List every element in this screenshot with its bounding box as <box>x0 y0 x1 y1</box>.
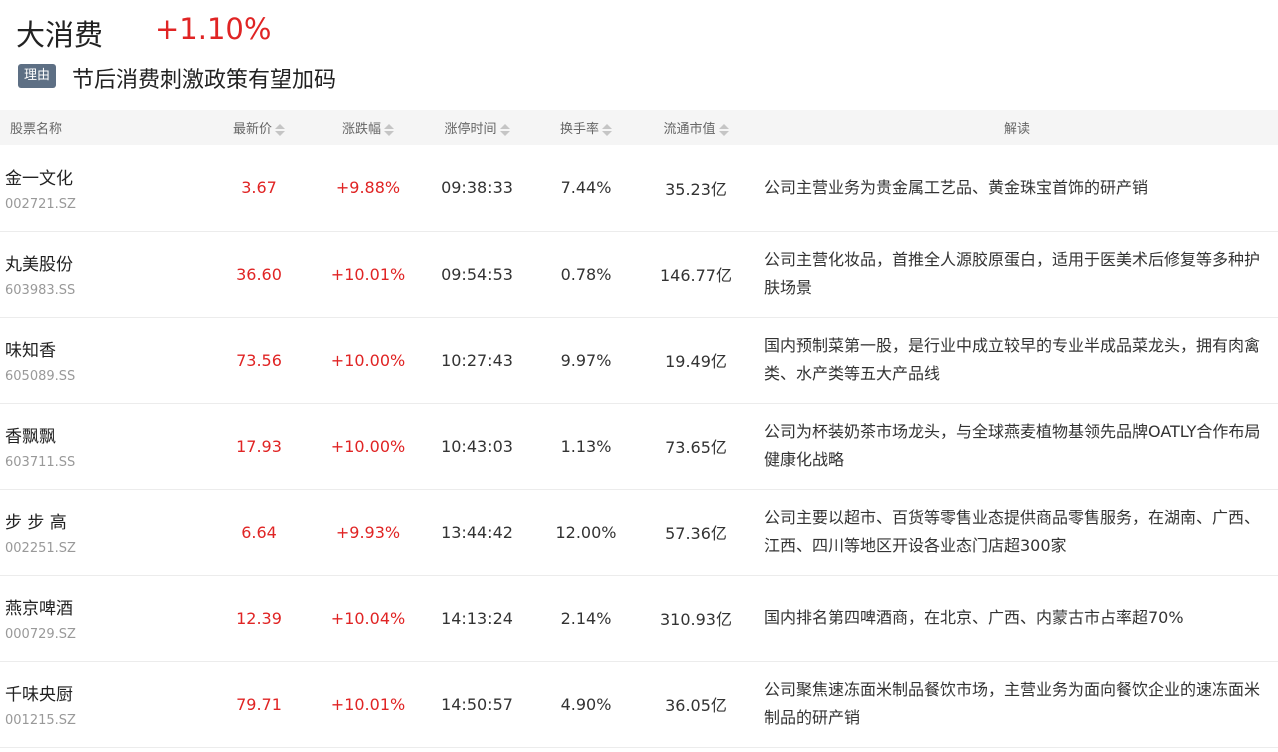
col-header-name: 股票名称 <box>10 122 63 137</box>
stock-cell[interactable]: 味知香 605089.SS <box>0 317 200 403</box>
price-cell: 36.60 <box>236 264 282 284</box>
limit-time-cell: 13:44:42 <box>441 522 513 542</box>
change-cell: +9.93% <box>335 522 401 542</box>
change-cell: +9.88% <box>335 178 401 198</box>
table-row[interactable]: 燕京啤酒 000729.SZ 12.39 +10.04% 14:13:24 2.1… <box>0 575 1278 661</box>
desc-cell: 公司聚焦速冻面米制品餐饮市场，主营业务为面向餐饮企业的速冻面米制品的研产销 <box>764 680 1261 727</box>
limit-time-cell: 10:27:43 <box>441 350 513 370</box>
reason-text: 节后消费刺激政策有望加码 <box>72 68 337 93</box>
price-cell: 12.39 <box>236 608 282 628</box>
stock-table: 股票名称 最新价 涨跌幅 涨停时间 换手率 流通市值 解读 金一文化 002721… <box>0 110 1278 748</box>
stock-code: 002251.SZ <box>5 541 76 556</box>
market-cap-cell: 310.93亿 <box>660 610 732 629</box>
stock-code: 603711.SS <box>5 455 76 470</box>
desc-cell: 国内排名第四啤酒商，在北京、广西、内蒙古市占率超70% <box>764 608 1184 627</box>
stock-code: 001215.SZ <box>5 713 76 728</box>
price-cell: 17.93 <box>236 436 282 456</box>
sort-icon[interactable] <box>275 123 285 136</box>
limit-time-cell: 14:50:57 <box>441 694 513 714</box>
reason-tag: 理由 <box>18 64 57 88</box>
stock-cell[interactable]: 燕京啤酒 000729.SZ <box>0 575 200 661</box>
table-row[interactable]: 香飘飘 603711.SS 17.93 +10.00% 10:43:03 1.13… <box>0 403 1278 489</box>
stock-code: 603983.SS <box>5 283 76 298</box>
turnover-cell: 2.14% <box>560 608 612 628</box>
turnover-cell: 1.13% <box>560 436 612 456</box>
stock-name[interactable]: 香飘飘 <box>5 422 200 447</box>
desc-cell: 公司主营业务为贵金属工艺品、黄金珠宝首饰的研产销 <box>764 177 1149 197</box>
sort-icon[interactable] <box>602 123 612 136</box>
stock-name[interactable]: 千味央厨 <box>5 680 200 705</box>
table-row[interactable]: 千味央厨 001215.SZ 79.71 +10.01% 14:50:57 4.9… <box>0 661 1278 747</box>
sector-change: +1.10% <box>155 12 272 46</box>
stock-code: 000729.SZ <box>5 627 76 642</box>
market-cap-cell: 36.05亿 <box>665 696 727 715</box>
change-cell: +10.01% <box>330 694 406 714</box>
market-cap-cell: 146.77亿 <box>660 266 732 285</box>
turnover-cell: 7.44% <box>560 178 612 198</box>
limit-time-cell: 14:13:24 <box>441 608 513 628</box>
desc-cell: 国内预制菜第一股，是行业中成立较早的专业半成品菜龙头，拥有肉禽类、水产类等五大产… <box>764 336 1261 383</box>
col-header-label: 流通市值 <box>663 122 716 137</box>
sort-icon[interactable] <box>718 123 729 136</box>
stock-name[interactable]: 丸美股份 <box>5 250 200 275</box>
price-cell: 79.71 <box>236 694 282 714</box>
table-row[interactable]: 丸美股份 603983.SS 36.60 +10.01% 09:54:53 0.7… <box>0 231 1278 317</box>
market-cap-cell: 57.36亿 <box>665 524 727 543</box>
col-header-label: 涨跌幅 <box>341 122 381 137</box>
sector-header: 大消费 +1.10% 理由 节后消费刺激政策有望加码 <box>0 0 1278 108</box>
col-header-turnover[interactable]: 换手率 <box>536 110 636 145</box>
stock-name[interactable]: 味知香 <box>5 336 200 361</box>
stock-cell[interactable]: 丸美股份 603983.SS <box>0 231 200 317</box>
limit-time-cell: 09:38:33 <box>441 178 513 198</box>
col-header-limit-time[interactable]: 涨停时间 <box>418 110 536 145</box>
desc-cell: 公司为杯装奶茶市场龙头，与全球燕麦植物基领先品牌OATLY合作布局健康化战略 <box>764 422 1261 469</box>
sort-icon[interactable] <box>499 123 510 136</box>
sector-title: 大消费 <box>16 18 104 52</box>
price-cell: 6.64 <box>241 522 277 542</box>
desc-cell: 公司主营化妆品，首推全人源胶原蛋白，适用于医美术后修复等多种护肤场景 <box>764 250 1261 297</box>
market-cap-cell: 35.23亿 <box>665 179 727 199</box>
change-cell: +10.00% <box>330 436 406 456</box>
stock-cell[interactable]: 金一文化 002721.SZ <box>0 145 200 231</box>
limit-time-cell: 09:54:53 <box>441 264 513 284</box>
limit-time-cell: 10:43:03 <box>441 436 513 456</box>
change-cell: +10.01% <box>330 264 406 284</box>
turnover-cell: 9.97% <box>560 350 612 370</box>
turnover-cell: 0.78% <box>560 264 612 284</box>
price-cell: 73.56 <box>236 350 282 370</box>
col-header-price[interactable]: 最新价 <box>200 110 318 145</box>
turnover-cell: 4.90% <box>560 694 612 714</box>
col-header-market-cap[interactable]: 流通市值 <box>636 110 756 145</box>
change-cell: +10.00% <box>330 350 406 370</box>
stock-name[interactable]: 步 步 高 <box>5 508 200 533</box>
table-row[interactable]: 金一文化 002721.SZ 3.67 +9.88% 09:38:33 7.44%… <box>0 145 1278 231</box>
col-header-label: 涨停时间 <box>444 122 497 137</box>
sort-icon[interactable] <box>384 123 394 136</box>
col-header-label: 换手率 <box>559 122 599 137</box>
stock-name[interactable]: 金一文化 <box>5 164 200 189</box>
table-row[interactable]: 步 步 高 002251.SZ 6.64 +9.93% 13:44:42 12.0… <box>0 489 1278 575</box>
stock-cell[interactable]: 千味央厨 001215.SZ <box>0 661 200 747</box>
stock-name[interactable]: 燕京啤酒 <box>5 594 200 619</box>
change-cell: +10.04% <box>330 608 406 628</box>
stock-code: 002721.SZ <box>5 196 76 212</box>
market-cap-cell: 73.65亿 <box>665 438 727 457</box>
market-cap-cell: 19.49亿 <box>665 352 727 371</box>
desc-cell: 公司主要以超市、百货等零售业态提供商品零售服务，在湖南、广西、江西、四川等地区开… <box>764 508 1261 555</box>
turnover-cell: 12.00% <box>555 522 617 542</box>
table-row[interactable]: 味知香 605089.SS 73.56 +10.00% 10:27:43 9.97… <box>0 317 1278 403</box>
col-header-label: 最新价 <box>232 122 272 137</box>
stock-code: 605089.SS <box>5 369 76 384</box>
stock-cell[interactable]: 步 步 高 002251.SZ <box>0 489 200 575</box>
price-cell: 3.67 <box>241 178 277 198</box>
col-header-change[interactable]: 涨跌幅 <box>318 110 418 145</box>
table-header: 股票名称 最新价 涨跌幅 涨停时间 换手率 流通市值 解读 <box>0 110 1278 145</box>
col-header-desc: 解读 <box>1003 122 1030 137</box>
stock-cell[interactable]: 香飘飘 603711.SS <box>0 403 200 489</box>
